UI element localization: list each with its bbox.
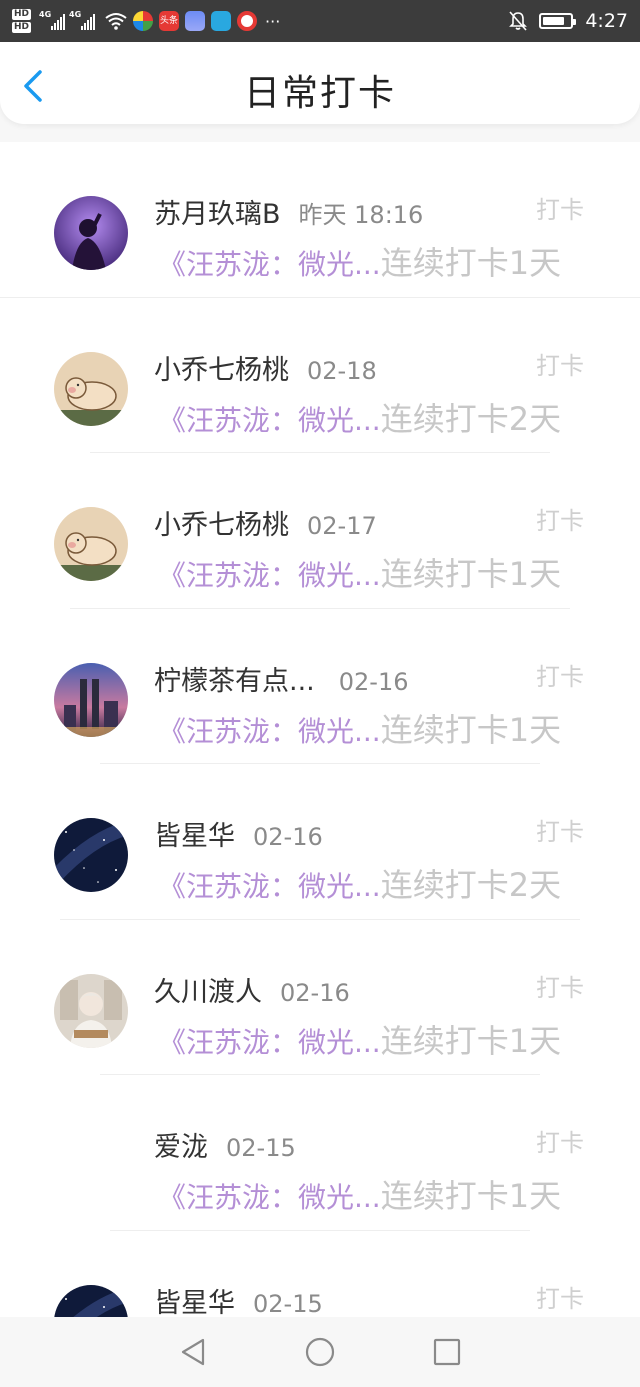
- book-link[interactable]: 《汪苏泷：微光...: [158, 1176, 381, 1216]
- checkin-list: 苏月玖璃B 昨天 18:16 打卡 《汪苏泷：微光... 连续打卡1天 小乔七杨…: [0, 142, 640, 1317]
- checkin-label: 打卡: [536, 1129, 584, 1157]
- list-item[interactable]: 皆星华 02-15 打卡: [0, 1231, 640, 1318]
- video-app-icon: [237, 11, 258, 31]
- back-triangle-icon: [182, 1338, 205, 1366]
- streak-text: 连续打卡2天: [380, 866, 562, 904]
- hd-label-2: HD: [12, 22, 32, 33]
- system-nav-bar: [0, 1317, 640, 1387]
- streak-text: 连续打卡1天: [380, 555, 562, 593]
- bell-off-icon: [509, 11, 528, 31]
- user-name[interactable]: 皆星华: [154, 1281, 235, 1318]
- starry-sky-avatar[interactable]: [54, 818, 128, 892]
- signal-icon-2: 4G: [69, 10, 96, 30]
- browser-app-icon: [211, 11, 232, 31]
- hd-label-1: HD: [12, 9, 32, 20]
- status-bar: HD HD 4G 4G 头条 ··· 4:27: [0, 0, 640, 42]
- streak-text: 连续打卡1天: [380, 1021, 562, 1060]
- wifi-icon: [105, 13, 127, 30]
- user-name[interactable]: 柠檬茶有点...: [154, 659, 315, 698]
- nav-back-button[interactable]: [173, 1332, 213, 1372]
- book-link[interactable]: 《汪苏泷：微光...: [158, 399, 381, 439]
- home-circle-icon: [305, 1337, 335, 1367]
- list-item[interactable]: 小乔七杨桃 02-17 打卡 《汪苏泷：微光... 连续打卡1天: [0, 453, 640, 609]
- network-type-1: 4G: [39, 10, 52, 19]
- page-title: 日常打卡: [243, 73, 396, 114]
- checkin-label: 打卡: [536, 196, 584, 224]
- streak-text: 连续打卡1天: [380, 1177, 562, 1215]
- list-item[interactable]: 久川渡人 02-16 打卡 《汪苏泷：微光... 连续打卡1天: [0, 920, 640, 1075]
- checkin-label: 打卡: [536, 662, 584, 691]
- nav-home-button[interactable]: [300, 1332, 340, 1372]
- header: 日常打卡: [0, 42, 640, 124]
- checkin-time: 02-18: [307, 356, 377, 385]
- list-item[interactable]: 皆星华 02-16 打卡 《汪苏泷：微光... 连续打卡2天: [0, 764, 640, 920]
- streak-text: 连续打卡1天: [380, 244, 562, 282]
- checkin-label: 打卡: [536, 351, 584, 380]
- network-type-2: 4G: [69, 10, 82, 19]
- pig-avatar[interactable]: [54, 351, 128, 426]
- checkin-label: 打卡: [536, 818, 584, 846]
- city-night-avatar[interactable]: [54, 662, 128, 737]
- user-name[interactable]: 久川渡人: [154, 970, 262, 1009]
- user-name[interactable]: 小乔七杨桃: [154, 348, 289, 387]
- music-app-icon: [185, 11, 206, 31]
- list-item[interactable]: 小乔七杨桃 02-18 打卡 《汪苏泷：微光... 连续打卡2天: [0, 298, 640, 453]
- checkin-time: 昨天 18:16: [298, 201, 424, 229]
- user-name[interactable]: 爱泷: [154, 1125, 208, 1164]
- checkin-time: 02-15: [253, 1289, 323, 1318]
- book-link[interactable]: 《汪苏泷：微光...: [158, 865, 381, 905]
- checkin-label: 打卡: [536, 507, 584, 535]
- book-link[interactable]: 《汪苏泷：微光...: [158, 1021, 381, 1061]
- recents-square-icon: [433, 1338, 460, 1366]
- purple-girl-avatar[interactable]: [54, 196, 128, 270]
- avatar-placeholder[interactable]: [54, 1129, 128, 1203]
- user-name[interactable]: 苏月玖璃B: [154, 192, 281, 231]
- checkin-label: 打卡: [536, 1284, 584, 1313]
- anime-boy-avatar[interactable]: [54, 973, 128, 1048]
- book-link[interactable]: 《汪苏泷：微光...: [158, 243, 381, 283]
- clock: 4:27: [585, 10, 628, 32]
- list-item[interactable]: 苏月玖璃B 昨天 18:16 打卡 《汪苏泷：微光... 连续打卡1天: [0, 142, 640, 298]
- checkin-time: 02-16: [253, 823, 323, 851]
- checkin-time: 02-16: [280, 978, 350, 1007]
- hd-indicator: HD HD: [12, 9, 32, 33]
- starry-sky-avatar[interactable]: [54, 1284, 128, 1317]
- checkin-time: 02-16: [338, 667, 409, 696]
- book-link[interactable]: 《汪苏泷：微光...: [158, 554, 381, 594]
- checkin-time: 02-17: [307, 512, 377, 540]
- nav-recents-button[interactable]: [427, 1332, 467, 1372]
- streak-text: 连续打卡2天: [380, 399, 562, 438]
- book-link[interactable]: 《汪苏泷：微光...: [158, 710, 381, 750]
- toutiao-app-icon: 头条: [159, 11, 180, 31]
- list-item[interactable]: 爱泷 02-15 打卡 《汪苏泷：微光... 连续打卡1天: [0, 1075, 640, 1231]
- clover-app-icon: [133, 11, 154, 31]
- more-notifications: ···: [265, 11, 281, 31]
- checkin-time: 02-15: [226, 1134, 296, 1162]
- list-item[interactable]: 柠檬茶有点... 02-16 打卡 《汪苏泷：微光... 连续打卡1天: [0, 609, 640, 764]
- user-name[interactable]: 皆星华: [154, 814, 235, 853]
- signal-icon-1: 4G: [39, 10, 66, 30]
- battery-icon: [539, 13, 577, 29]
- user-name[interactable]: 小乔七杨桃: [154, 503, 289, 542]
- checkin-label: 打卡: [536, 973, 584, 1002]
- streak-text: 连续打卡1天: [380, 710, 562, 749]
- pig-avatar[interactable]: [54, 507, 128, 581]
